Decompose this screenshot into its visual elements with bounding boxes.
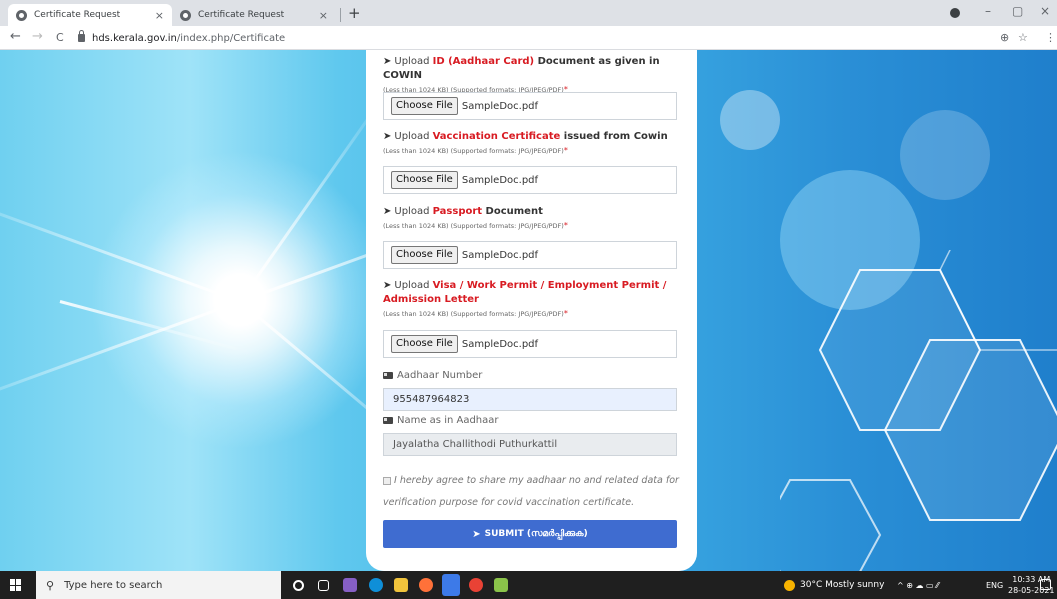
tab-separator bbox=[340, 8, 341, 22]
file-name: SampleDoc.pdf bbox=[461, 174, 539, 186]
pin-icon: ➤ bbox=[383, 56, 392, 67]
certificate-form: ➤ Upload ID (Aadhaar Card) Document as gi… bbox=[366, 50, 697, 571]
sunny-icon bbox=[784, 579, 795, 591]
upload-title: ➤ Upload ID (Aadhaar Card) Document as gi… bbox=[383, 56, 660, 81]
url-path: /index.php/Certificate bbox=[176, 32, 286, 44]
close-tab-icon[interactable]: × bbox=[155, 9, 164, 22]
profile-icon[interactable] bbox=[950, 8, 960, 18]
file-name: SampleDoc.pdf bbox=[461, 100, 539, 112]
choose-file-button[interactable]: Choose File bbox=[391, 335, 458, 353]
browser-tab-active[interactable]: Certificate Request × bbox=[8, 4, 172, 26]
upload-title: ➤ Upload Vaccination Certificate issued f… bbox=[383, 131, 668, 142]
maximize-button[interactable]: ▢ bbox=[1012, 4, 1023, 18]
upload-note: (Less than 1024 KB) (Supported formats: … bbox=[383, 146, 568, 155]
file-explorer-icon[interactable] bbox=[394, 578, 408, 592]
agreement-text: I hereby agree to share my aadhaar no an… bbox=[383, 475, 679, 508]
background-bokeh bbox=[720, 90, 780, 150]
taskbar-search[interactable]: ⚲ Type here to search bbox=[36, 571, 281, 599]
upload-passport-section: ➤ Upload Passport Document (Less than 102… bbox=[383, 205, 680, 231]
search-icon: ⚲ bbox=[46, 578, 55, 592]
background-hexagons bbox=[780, 250, 1057, 571]
back-button[interactable]: ← bbox=[10, 29, 21, 44]
close-tab-icon[interactable]: × bbox=[319, 9, 328, 22]
id-card-icon bbox=[383, 417, 393, 424]
weather-widget[interactable]: 30°C Mostly sunny bbox=[784, 571, 884, 599]
vaccination-file-input[interactable]: Choose File SampleDoc.pdf bbox=[383, 166, 677, 194]
agree-checkbox[interactable] bbox=[383, 476, 391, 485]
lock-icon bbox=[78, 30, 85, 42]
upload-note: (Less than 1024 KB) (Supported formats: … bbox=[383, 221, 568, 230]
upload-vaccination-section: ➤ Upload Vaccination Certificate issued f… bbox=[383, 130, 680, 156]
browser-toolbar: ← → C hds.kerala.gov.in/index.php/Certif… bbox=[0, 26, 1057, 50]
url-host: hds.kerala.gov.in bbox=[92, 32, 177, 44]
system-tray-icons[interactable]: ^ ⊕ ☁ ▭ ⁄⁄ bbox=[897, 571, 939, 599]
aadhaar-number-input[interactable]: 955487964823 bbox=[383, 388, 677, 411]
file-name: SampleDoc.pdf bbox=[461, 249, 539, 261]
visual-studio-icon[interactable] bbox=[343, 578, 357, 592]
send-icon: ➤ bbox=[472, 528, 481, 540]
close-window-button[interactable]: × bbox=[1040, 4, 1050, 18]
upload-note: (Less than 1024 KB) (Supported formats: … bbox=[383, 309, 568, 318]
cortana-icon[interactable] bbox=[293, 580, 304, 591]
minimize-button[interactable]: – bbox=[985, 4, 991, 18]
firefox-icon[interactable] bbox=[419, 578, 433, 592]
chrome-icon[interactable] bbox=[469, 578, 483, 592]
slack-icon[interactable] bbox=[442, 574, 460, 596]
edge-icon[interactable] bbox=[369, 578, 383, 592]
tab-strip: Certificate Request × Certificate Reques… bbox=[0, 0, 1057, 26]
name-label: Name as in Aadhaar bbox=[383, 415, 499, 426]
bookmark-star-icon[interactable]: ☆ bbox=[1018, 31, 1028, 44]
pin-icon: ➤ bbox=[383, 131, 392, 142]
upload-title: ➤ Upload Visa / Work Permit / Employment … bbox=[383, 280, 667, 305]
paint-icon[interactable] bbox=[494, 578, 508, 592]
task-view-icon[interactable] bbox=[318, 580, 329, 591]
choose-file-button[interactable]: Choose File bbox=[391, 97, 458, 115]
background-bokeh bbox=[900, 110, 990, 200]
choose-file-button[interactable]: Choose File bbox=[391, 171, 458, 189]
browser-menu-icon[interactable]: ⋮ bbox=[1045, 31, 1056, 44]
submit-button[interactable]: ➤ SUBMIT (സമർപ്പിക്കുക) bbox=[383, 520, 677, 548]
globe-icon bbox=[16, 9, 27, 21]
pin-icon: ➤ bbox=[383, 206, 392, 217]
upload-title: ➤ Upload Passport Document bbox=[383, 206, 543, 217]
upload-id-section: ➤ Upload ID (Aadhaar Card) Document as gi… bbox=[383, 55, 680, 95]
upload-visa-section: ➤ Upload Visa / Work Permit / Employment … bbox=[383, 279, 680, 319]
visa-file-input[interactable]: Choose File SampleDoc.pdf bbox=[383, 330, 677, 358]
aadhaar-label: Aadhaar Number bbox=[383, 370, 482, 381]
name-input[interactable]: Jayalatha Challithodi Puthurkattil bbox=[383, 433, 677, 456]
page-viewport: ➤ Upload ID (Aadhaar Card) Document as gi… bbox=[0, 50, 1057, 571]
pin-icon: ➤ bbox=[383, 280, 392, 291]
id-file-input[interactable]: Choose File SampleDoc.pdf bbox=[383, 92, 677, 120]
reload-button[interactable]: C bbox=[56, 31, 64, 44]
passport-file-input[interactable]: Choose File SampleDoc.pdf bbox=[383, 241, 677, 269]
language-indicator[interactable]: ENG bbox=[986, 571, 1003, 599]
id-card-icon bbox=[383, 372, 393, 379]
address-bar[interactable]: hds.kerala.gov.in/index.php/Certificate bbox=[78, 29, 1008, 47]
new-tab-button[interactable]: + bbox=[348, 4, 361, 22]
zoom-icon[interactable]: ⊕ bbox=[1000, 31, 1009, 44]
taskbar: ⚲ Type here to search 30°C Mostly sunny … bbox=[0, 571, 1057, 599]
browser-tab[interactable]: Certificate Request × bbox=[172, 4, 336, 26]
agreement: I hereby agree to share my aadhaar no an… bbox=[383, 470, 679, 514]
choose-file-button[interactable]: Choose File bbox=[391, 246, 458, 264]
forward-button[interactable]: → bbox=[32, 29, 43, 44]
notification-icon[interactable] bbox=[1040, 579, 1051, 590]
file-name: SampleDoc.pdf bbox=[461, 338, 539, 350]
windows-start-icon[interactable] bbox=[10, 579, 22, 591]
tab-title: Certificate Request bbox=[198, 10, 285, 20]
tab-title: Certificate Request bbox=[34, 10, 121, 20]
globe-icon bbox=[180, 9, 191, 21]
